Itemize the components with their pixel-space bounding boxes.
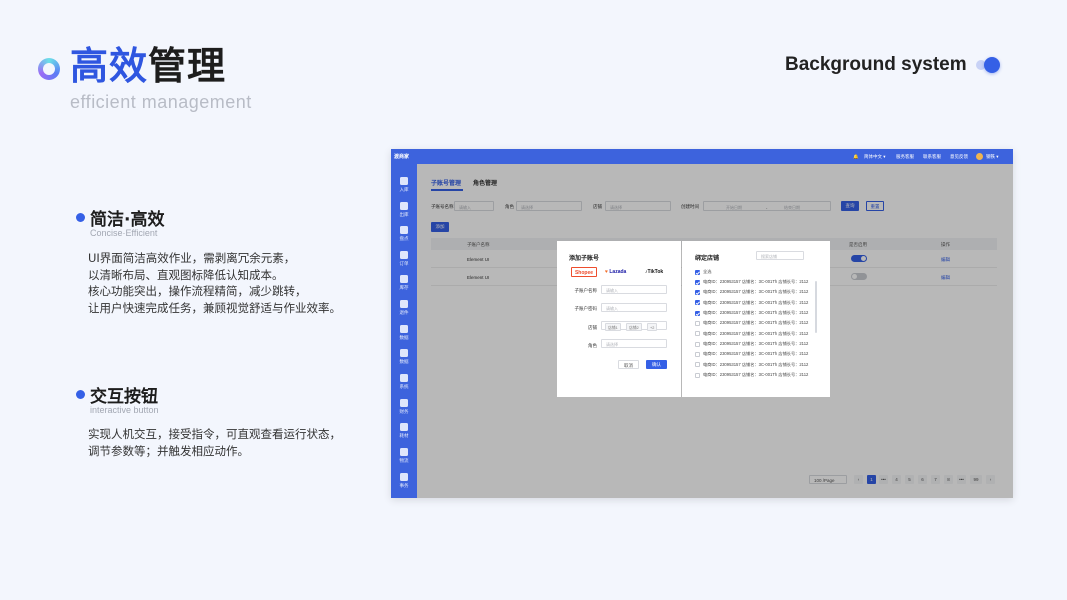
toggle-dots-icon	[976, 57, 1000, 73]
return-icon	[400, 300, 408, 308]
sidebar-item[interactable]: 数据	[391, 346, 417, 368]
app-brand: 渡商家	[394, 154, 410, 160]
desc-line: 实现人机交互，接受指令，可直观查看运行状态，	[88, 427, 341, 441]
checkbox[interactable]	[695, 341, 700, 347]
sidebar-item[interactable]: 入库	[391, 174, 417, 196]
scrollbar[interactable]	[815, 281, 817, 333]
logistics-icon	[400, 448, 408, 456]
finance-icon	[400, 399, 408, 407]
checkbox[interactable]	[695, 289, 700, 295]
app-topbar: 渡商家 🔔 简体中文 ▾ 服务客服 联系客服 意见反馈 钢铁 ▾	[391, 149, 1013, 164]
bullet-dot-icon	[76, 213, 85, 222]
store-chip[interactable]: +2	[647, 323, 658, 331]
sub-account-name-input[interactable]: 请输入	[601, 285, 667, 294]
system-icon	[400, 374, 408, 382]
outbound-icon	[400, 202, 408, 210]
desc-line: 以清晰布局、直观图标降低认知成本。	[88, 267, 284, 282]
topbar-link[interactable]: 联系客服	[923, 154, 941, 160]
sidebar-item[interactable]: 盘点	[391, 223, 417, 245]
field-label: 店铺	[588, 325, 597, 330]
chart-icon	[400, 349, 408, 357]
panel-title: 绑定店铺	[695, 256, 720, 262]
checkbox[interactable]	[695, 331, 700, 336]
checkbox[interactable]	[695, 351, 700, 357]
sidebar-item[interactable]: 退件	[391, 297, 417, 319]
language-select[interactable]: 简体中文 ▾	[864, 154, 886, 160]
store-search-input[interactable]: 搜索店铺	[756, 251, 804, 260]
sidebar-item[interactable]: 数据	[391, 322, 417, 344]
shopee-logo[interactable]: Shopee	[571, 267, 597, 277]
feature-heading: 简洁·高效	[90, 210, 165, 230]
bullet-dot-icon	[76, 390, 85, 399]
sidebar-item[interactable]: 系统	[391, 371, 417, 393]
cancel-button[interactable]: 取消	[618, 360, 639, 369]
store-chip[interactable]: 店铺2	[626, 323, 642, 331]
lazada-logo[interactable]: ♥ Lazada	[605, 267, 626, 277]
avatar[interactable]	[976, 153, 983, 160]
desc-line: 调节参数等；并触发相应动作。	[88, 443, 249, 458]
field-label: 子账户密码	[574, 306, 598, 311]
add-sub-account-dialog: 添加子账号 Shopee ♥ Lazada ♪TikTok 子账户名称 请输入 …	[557, 241, 681, 397]
user-menu[interactable]: 钢铁 ▾	[986, 154, 999, 160]
bind-store-panel: 绑定店铺 搜索店铺 全选 电商ID：230953157 店铺名：3C-001Th…	[682, 241, 830, 397]
sidebar-item[interactable]: 订单	[391, 248, 417, 270]
app-screenshot: 渡商家 🔔 简体中文 ▾ 服务客服 联系客服 意见反馈 钢铁 ▾ 入库 出库 盘…	[391, 149, 1013, 498]
topbar-link[interactable]: 服务客服	[896, 154, 914, 160]
sidebar-item[interactable]: 物流	[391, 445, 417, 467]
feature-subheading: interactive button	[90, 405, 159, 415]
store-chip[interactable]: 店铺1	[605, 323, 621, 331]
sidebar-item[interactable]: 库存	[391, 272, 417, 294]
inbound-icon	[400, 177, 408, 185]
role-select[interactable]: 请选择	[601, 339, 667, 348]
sidebar-item[interactable]: 事务	[391, 470, 417, 492]
page-subtitle: efficient management	[70, 92, 252, 112]
sidebar-item[interactable]: 耗材	[391, 420, 417, 442]
dialog-title: 添加子账号	[569, 256, 600, 262]
tiktok-logo[interactable]: ♪TikTok	[645, 267, 663, 277]
checkbox[interactable]	[695, 320, 700, 326]
store-multi-select[interactable]: 店铺1 店铺2 +2	[601, 321, 667, 331]
sidebar: 入库 出库 盘点 订单 库存 退件 数据 数据 系统 财务 耗材 物流 事务	[391, 164, 417, 498]
desc-line: 核心功能突出，操作流程精简，减少跳转，	[88, 284, 307, 298]
inventory-check-icon	[400, 226, 408, 234]
data-icon	[400, 325, 408, 333]
sidebar-item[interactable]: 出库	[391, 199, 417, 221]
title-dark: 管理	[148, 44, 227, 88]
feature-heading: 交互按钮	[90, 387, 158, 407]
checkbox[interactable]	[695, 362, 700, 367]
field-label: 角色	[588, 343, 597, 348]
bell-icon[interactable]: 🔔	[853, 154, 859, 160]
sub-account-password-input[interactable]: 请输入	[601, 303, 667, 312]
order-icon	[400, 251, 408, 259]
stock-icon	[400, 275, 408, 283]
ring-logo-icon	[38, 58, 60, 80]
title-blue: 高效	[70, 44, 149, 88]
confirm-button[interactable]: 确认	[646, 360, 667, 369]
feature-subheading: Concise·Efficient	[90, 228, 158, 238]
checkbox[interactable]	[695, 279, 700, 285]
page-title: 高效管理	[70, 42, 226, 90]
material-icon	[400, 423, 408, 431]
field-label: 子账户名称	[574, 288, 598, 293]
checkbox[interactable]	[695, 300, 700, 305]
topbar-link[interactable]: 意见反馈	[950, 154, 968, 160]
affairs-icon	[400, 473, 408, 481]
checkbox[interactable]	[695, 269, 700, 275]
feature-description: 实现人机交互，接受指令，可直观查看运行状态， 调节参数等；并触发相应动作。	[88, 426, 341, 459]
feature-description: UI界面简洁高效作业，需剥离冗余元素， 以清晰布局、直观图标降低认知成本。 核心…	[88, 250, 341, 316]
checkbox[interactable]	[695, 372, 700, 378]
checkbox[interactable]	[695, 310, 700, 316]
desc-line: UI界面简洁高效作业，需剥离冗余元素，	[88, 251, 296, 265]
sidebar-item[interactable]: 财务	[391, 396, 417, 418]
lazada-heart-icon: ♥	[605, 269, 608, 275]
section-label: Background system	[785, 54, 967, 75]
desc-line: 让用户快速完成任务，兼顾视觉舒适与作业效率。	[88, 300, 341, 315]
